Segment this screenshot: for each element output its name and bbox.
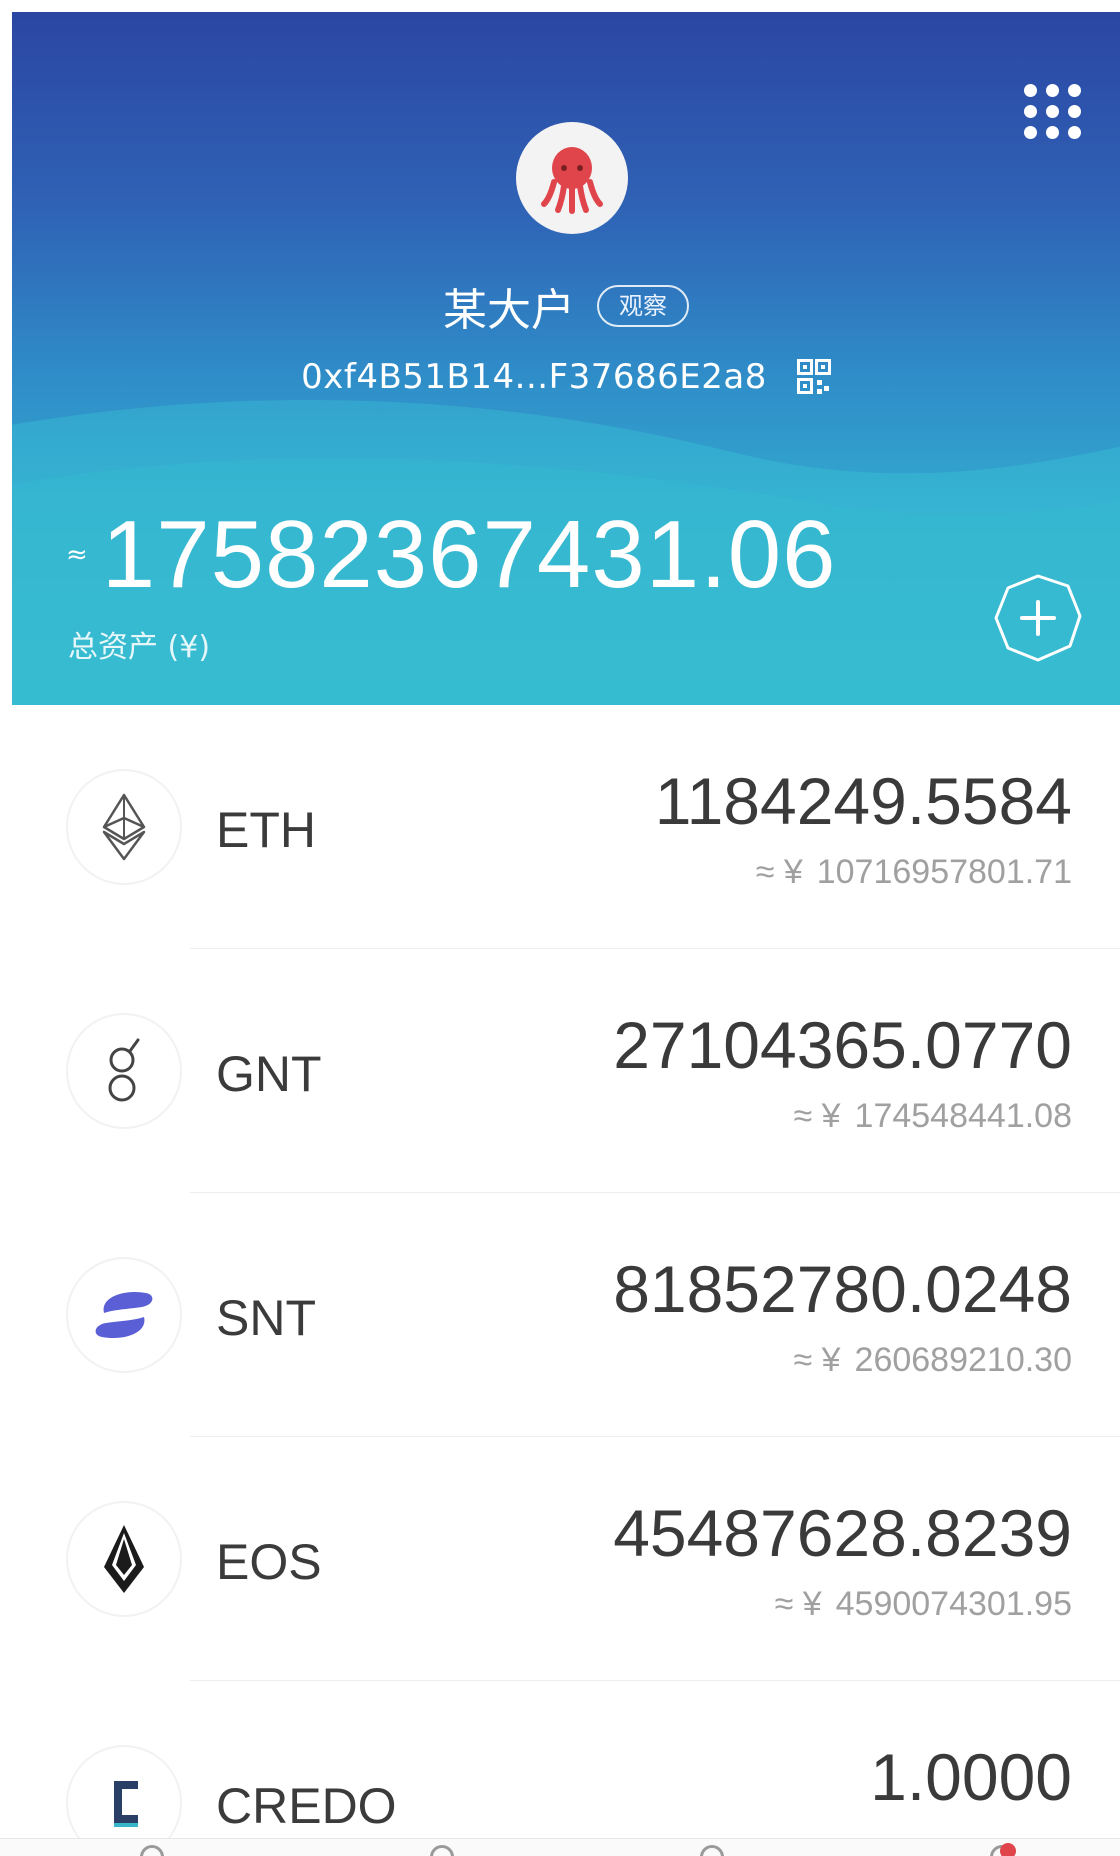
total-balance-row: ≈ 17582367431.06 bbox=[66, 500, 837, 610]
wallet-avatar[interactable] bbox=[516, 122, 628, 234]
fiat-value-text: 174548441.08 bbox=[854, 1097, 1072, 1135]
coin-amount: 27104365.0770 bbox=[613, 1008, 1072, 1082]
wallet-address[interactable]: 0xf4B51B14...F37686E2a8 bbox=[301, 357, 767, 397]
total-balance: 17582367431.06 bbox=[101, 501, 837, 608]
wallet-screen: 某大户 观察 0xf4B51B14...F37686E2a8 ≈ 1758236… bbox=[0, 0, 1120, 1856]
coin-fiat-value: ≈ ¥ 260689210.30 bbox=[794, 1341, 1072, 1380]
asset-row-snt[interactable]: SNT 81852780.0248 ≈ ¥ 260689210.30 bbox=[0, 1193, 1120, 1437]
fiat-value-text: 10716957801.71 bbox=[816, 853, 1072, 891]
tab-wallet-icon[interactable] bbox=[140, 1845, 164, 1856]
ethereum-icon bbox=[68, 771, 180, 883]
eos-icon bbox=[68, 1503, 180, 1615]
fiat-value-text: 260689210.30 bbox=[854, 1341, 1072, 1379]
grid-menu-icon[interactable] bbox=[1018, 74, 1088, 144]
tab-market-icon[interactable] bbox=[430, 1845, 454, 1856]
approx-symbol: ≈ bbox=[66, 540, 88, 570]
coin-amount: 81852780.0248 bbox=[613, 1252, 1072, 1326]
approx-yuan-prefix: ≈ ¥ bbox=[793, 1097, 841, 1135]
asset-row-eos[interactable]: EOS 45487628.8239 ≈ ¥ 4590074301.95 bbox=[0, 1437, 1120, 1681]
address-row: 0xf4B51B14...F37686E2a8 bbox=[12, 357, 1120, 397]
approx-yuan-prefix: ≈ ¥ bbox=[755, 853, 803, 891]
coin-fiat-value: ≈ ¥ 174548441.08 bbox=[794, 1097, 1072, 1136]
notification-badge bbox=[1000, 1843, 1016, 1856]
coin-symbol: CREDO bbox=[216, 1778, 397, 1834]
qr-code-icon[interactable] bbox=[796, 359, 831, 395]
coin-symbol: GNT bbox=[216, 1046, 322, 1102]
add-asset-icon[interactable] bbox=[992, 572, 1084, 664]
approx-yuan-prefix: ≈ ¥ bbox=[774, 1585, 822, 1623]
asset-row-gnt[interactable]: GNT 27104365.0770 ≈ ¥ 174548441.08 bbox=[0, 949, 1120, 1193]
golem-icon bbox=[68, 1015, 180, 1127]
watch-badge: 观察 bbox=[597, 285, 689, 327]
coin-symbol: SNT bbox=[216, 1290, 316, 1346]
coin-amount: 1.0000 bbox=[870, 1740, 1072, 1814]
total-assets-label: 总资产 (¥) bbox=[68, 630, 211, 665]
coin-fiat-value: ≈ ¥ 10716957801.71 bbox=[756, 853, 1072, 892]
bottom-tab-bar bbox=[0, 1838, 1120, 1856]
approx-yuan-prefix: ≈ ¥ bbox=[793, 1341, 841, 1379]
octopus-avatar-icon bbox=[541, 147, 603, 214]
wallet-header: 某大户 观察 0xf4B51B14...F37686E2a8 ≈ 1758236… bbox=[12, 12, 1120, 705]
asset-row-credo[interactable]: CREDO 1.0000 bbox=[0, 1681, 1120, 1856]
coin-amount: 45487628.8239 bbox=[613, 1496, 1072, 1570]
asset-row-eth[interactable]: ETH 1184249.5584 ≈ ¥ 10716957801.71 bbox=[0, 705, 1120, 949]
status-icon bbox=[68, 1259, 180, 1371]
wallet-name-row: 某大户 观察 bbox=[12, 274, 1120, 338]
tab-discover-icon[interactable] bbox=[700, 1845, 724, 1856]
coin-symbol: EOS bbox=[216, 1534, 322, 1590]
fiat-value-text: 4590074301.95 bbox=[835, 1585, 1072, 1623]
coin-amount: 1184249.5584 bbox=[654, 764, 1072, 838]
wallet-name: 某大户 bbox=[443, 285, 575, 336]
coin-symbol: ETH bbox=[216, 802, 316, 858]
coin-fiat-value: ≈ ¥ 4590074301.95 bbox=[775, 1585, 1072, 1624]
asset-list: ETH 1184249.5584 ≈ ¥ 10716957801.71 GNT 2… bbox=[0, 705, 1120, 1856]
